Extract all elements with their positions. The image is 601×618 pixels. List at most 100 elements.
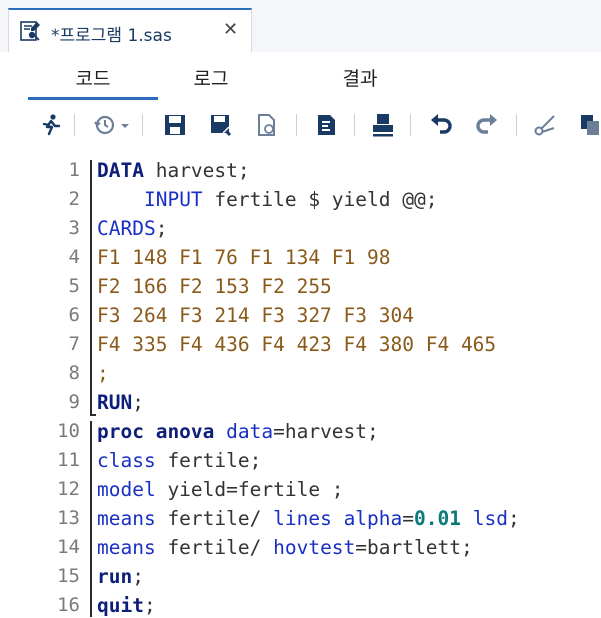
code-text[interactable]: DATA harvest; INPUT fertile $ yield @@; …: [97, 156, 597, 618]
code-token: ;: [507, 507, 520, 530]
code-line-datalines: F4 335 F4 436 F4 423 F4 380 F4 465: [97, 333, 497, 356]
keyword: RUN: [97, 391, 133, 414]
view-tabs: 코드 로그 결과: [0, 52, 601, 101]
line-number: 7: [68, 333, 80, 355]
toolbar-separator: [142, 114, 143, 136]
line-number: 14: [57, 536, 80, 558]
toolbar-separator: [74, 114, 75, 136]
tab-code[interactable]: 코드: [28, 64, 158, 91]
code-token: =: [402, 507, 415, 530]
code-line: model yield=fertile ;: [97, 475, 597, 504]
tab-results[interactable]: 결과: [295, 64, 425, 91]
keyword: CARDS: [97, 217, 156, 240]
keyword: alpha: [343, 507, 403, 530]
keyword: run: [97, 565, 133, 588]
code-editor[interactable]: 1 2 3 4 5 6 7 8 9 10 11 12 13 14 15 16 D…: [0, 148, 601, 618]
line-number: 2: [68, 188, 80, 210]
code-token: fertile/: [155, 507, 274, 530]
history-dropdown-icon[interactable]: [118, 112, 132, 138]
keyword: means: [97, 507, 156, 530]
code-line: INPUT fertile $ yield @@;: [97, 185, 597, 214]
line-number: 11: [57, 449, 80, 471]
code-line-datalines: F1 148 F1 76 F1 134 F1 98: [97, 246, 391, 269]
open-file-icon[interactable]: [254, 112, 280, 138]
code-line: CARDS;: [97, 214, 597, 243]
toolbar-separator: [410, 114, 411, 136]
sas-studio-window: *프로그램 1.sas ✕ 코드 로그 결과 1 2 3 4 5 6 7 8 9…: [0, 0, 601, 618]
undo-icon[interactable]: [428, 112, 454, 138]
code-token: fertile;: [155, 449, 262, 472]
keyword: data: [214, 420, 274, 443]
code-line-datalines: ;: [97, 362, 109, 385]
code-token: fertile/: [155, 536, 274, 559]
code-token: ;: [132, 391, 144, 414]
line-number: 6: [68, 304, 80, 326]
line-number: 12: [57, 478, 80, 500]
program-tab[interactable]: *프로그램 1.sas ✕: [8, 8, 252, 52]
keyword: lsd: [472, 507, 508, 530]
close-tab-icon[interactable]: ✕: [223, 19, 238, 40]
program-tab-title: *프로그램 1.sas: [51, 26, 172, 46]
code-line: run;: [97, 562, 597, 591]
line-number-gutter: 1 2 3 4 5 6 7 8 9 10 11 12 13 14 15 16: [0, 156, 86, 618]
print-icon[interactable]: [370, 112, 396, 138]
code-line: RUN;: [97, 388, 597, 417]
line-number: 16: [57, 594, 80, 616]
line-number: 4: [68, 246, 80, 268]
code-token: yield=fertile ;: [155, 478, 344, 501]
fold-block-proc-step: [90, 421, 92, 617]
line-number: 13: [57, 507, 80, 529]
toolbar-separator: [516, 114, 517, 136]
code-token: ;: [155, 217, 168, 240]
line-number: 10: [57, 420, 80, 442]
code-line: means fertile/ hovtest=bartlett;: [97, 533, 597, 562]
run-icon[interactable]: [38, 112, 64, 138]
redo-icon[interactable]: [474, 112, 500, 138]
code-token: ;: [143, 594, 156, 617]
line-number: 1: [68, 159, 80, 181]
editor-toolbar: [0, 100, 601, 149]
keyword: means: [97, 536, 156, 559]
fold-end-marker: [90, 414, 96, 416]
keyword: proc anova: [97, 420, 215, 443]
number-literal: 0.01: [414, 507, 461, 530]
document-tab-bar: *프로그램 1.sas ✕: [0, 0, 601, 53]
code-line: DATA harvest;: [97, 156, 597, 185]
code-line: means fertile/ lines alpha=0.01 lsd;: [97, 504, 597, 533]
keyword: INPUT: [143, 188, 203, 211]
code-line: quit;: [97, 591, 597, 618]
keyword: quit: [97, 594, 144, 617]
code-token: =bartlett;: [355, 536, 473, 559]
code-token: harvest;: [143, 159, 250, 182]
copy-icon[interactable]: [578, 112, 601, 138]
line-number: 3: [68, 217, 80, 239]
line-number: 9: [68, 391, 80, 413]
code-fold-markers: [88, 156, 96, 618]
code-token: fertile $ yield @@;: [202, 188, 438, 211]
code-line: class fertile;: [97, 446, 597, 475]
code-line-datalines: F2 166 F2 153 F2 255: [97, 275, 332, 298]
save-as-icon[interactable]: [208, 112, 234, 138]
tab-log[interactable]: 로그: [146, 64, 276, 91]
keyword: DATA: [97, 159, 144, 182]
line-number: 5: [68, 275, 80, 297]
line-number: 8: [68, 362, 80, 384]
toolbar-separator: [354, 114, 355, 136]
fold-block-data-step: [90, 160, 92, 416]
cut-icon[interactable]: [532, 112, 558, 138]
keyword: hovtest: [273, 536, 356, 559]
line-number: 15: [57, 565, 80, 587]
keyword: lines: [273, 507, 332, 530]
format-code-icon[interactable]: [314, 112, 340, 138]
code-token: =harvest;: [273, 420, 379, 443]
code-line-datalines: F3 264 F3 214 F3 327 F3 304: [97, 304, 414, 327]
history-icon[interactable]: [92, 112, 118, 138]
code-token: ;: [132, 565, 144, 588]
keyword: model: [97, 478, 156, 501]
save-icon[interactable]: [162, 112, 188, 138]
sas-program-icon: [19, 20, 41, 42]
keyword: class: [97, 449, 156, 472]
